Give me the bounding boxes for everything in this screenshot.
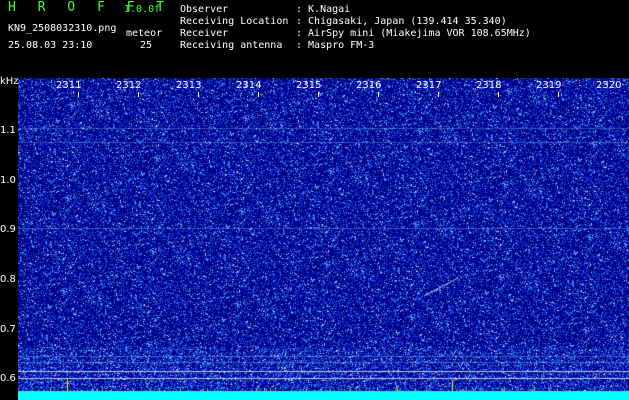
x-tick-label: 2315	[296, 80, 322, 91]
antenna-label: Receiving antenna	[180, 40, 283, 51]
x-tick-label: 2316	[356, 80, 382, 91]
y-tick-label: 0.6	[0, 373, 16, 384]
x-tick-mark	[78, 92, 79, 97]
location-label: Receiving Location	[180, 16, 289, 27]
receiver-value: : AirSpy mini (Miakejima VOR 108.65MHz)	[296, 28, 531, 39]
datetime: 25.08.03 23:10	[8, 40, 93, 51]
x-tick-mark	[198, 92, 199, 97]
x-tick-label: 2318	[476, 80, 502, 91]
x-tick-mark	[438, 92, 439, 97]
receiver-label: Receiver	[180, 28, 229, 39]
spectrogram-canvas	[18, 78, 629, 400]
y-tick-label: 0.7	[0, 324, 16, 335]
observer-label: Observer	[180, 4, 229, 15]
y-tick-label: 0.8	[0, 274, 16, 285]
x-tick-mark	[258, 92, 259, 97]
mode-label: meteor	[126, 28, 163, 39]
y-tick-label: 1.0	[0, 175, 16, 186]
x-tick-mark	[558, 92, 559, 97]
y-tick-label: 0.9	[0, 224, 16, 235]
x-tick-label: 2312	[116, 80, 142, 91]
location-value: : Chigasaki, Japan (139.414 35.340)	[296, 16, 507, 27]
filename: KN9_2508032310.png	[8, 23, 117, 34]
x-tick-label: 2311	[56, 80, 82, 91]
x-tick-label: 2314	[236, 80, 262, 91]
x-tick-mark	[378, 92, 379, 97]
observer-value: : K.Nagai	[296, 4, 351, 15]
antenna-value: : Maspro FM-3	[296, 40, 375, 51]
x-tick-label: 2317	[416, 80, 442, 91]
x-tick-mark	[498, 92, 499, 97]
y-axis-unit: kHz	[0, 76, 19, 87]
app-version: 1.0.0f	[124, 4, 161, 15]
x-tick-label: 2313	[176, 80, 202, 91]
x-tick-label: 2319	[536, 80, 562, 91]
y-tick-label: 1.1	[0, 125, 16, 136]
x-tick-mark	[318, 92, 319, 97]
mode-value: 25	[140, 40, 153, 51]
x-tick-label: 2320	[596, 80, 622, 91]
x-tick-mark	[138, 92, 139, 97]
